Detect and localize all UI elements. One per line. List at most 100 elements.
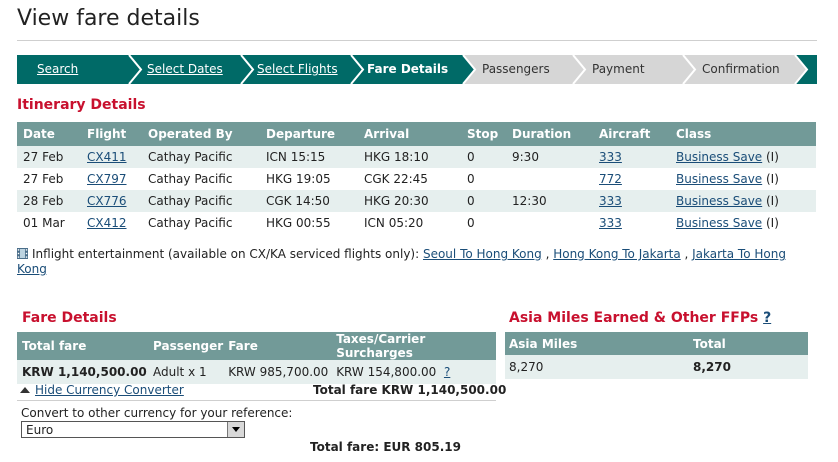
col-duration: Duration — [506, 122, 593, 146]
converter-prompt: Convert to other currency for your refer… — [21, 406, 293, 420]
cell-departure: HKG 19:05 — [260, 168, 358, 190]
asia-miles-help-link[interactable]: ? — [763, 310, 771, 326]
cell-departure: HKG 00:55 — [260, 212, 358, 234]
col-class: Class — [670, 122, 816, 146]
currency-selected-value: Euro — [26, 423, 54, 437]
ife-separator: , — [541, 247, 554, 261]
cell-departure: ICN 15:15 — [260, 146, 358, 168]
flight-link[interactable]: CX776 — [87, 194, 127, 208]
ife-text: Inflight entertainment (available on CX/… — [32, 247, 420, 261]
fare-header-row: Total fare Passenger Fare Taxes/Carrier … — [17, 332, 496, 360]
cell-duration: 9:30 — [506, 146, 593, 168]
hide-converter-link[interactable]: Hide Currency Converter — [35, 383, 184, 397]
col-aircraft: Aircraft — [593, 122, 670, 146]
col-departure: Departure — [260, 122, 358, 146]
col-operated-by: Operated By — [142, 122, 260, 146]
currency-select[interactable]: Euro — [21, 421, 245, 438]
aircraft-link[interactable]: 333 — [599, 216, 622, 230]
dropdown-button[interactable] — [227, 422, 244, 437]
table-row: 01 Mar CX412 Cathay Pacific HKG 00:55 IC… — [17, 212, 816, 234]
chevron-down-icon — [232, 427, 240, 432]
converted-total: Total fare: EUR 805.19 — [310, 440, 461, 454]
fare-table: Total fare Passenger Fare Taxes/Carrier … — [17, 332, 496, 384]
table-row: 28 Feb CX776 Cathay Pacific CGK 14:50 HK… — [17, 190, 816, 212]
cell-date: 27 Feb — [17, 168, 81, 190]
col-asia-miles: Asia Miles — [505, 332, 689, 355]
col-taxes: Taxes/Carrier Surcharges — [331, 332, 496, 360]
collapse-triangle-icon — [20, 387, 30, 393]
asia-miles-table: Asia Miles Total 8,270 8,270 — [505, 332, 808, 379]
col-arrival: Arrival — [358, 122, 461, 146]
cell-duration: 12:30 — [506, 190, 593, 212]
ife-separator: , — [680, 247, 693, 261]
aircraft-link[interactable]: 333 — [599, 194, 622, 208]
cell-date: 27 Feb — [17, 146, 81, 168]
flight-link[interactable]: CX412 — [87, 216, 127, 230]
asia-miles-value: 8,270 — [505, 355, 689, 379]
step-select-dates[interactable]: Select Dates — [127, 55, 223, 84]
class-code: (I) — [762, 194, 779, 208]
itinerary-title: Itinerary Details — [17, 97, 146, 113]
cell-departure: CGK 14:50 — [260, 190, 358, 212]
step-search[interactable]: Search — [17, 55, 78, 84]
miles-total-value: 8,270 — [689, 355, 808, 379]
cell-operator: Cathay Pacific — [142, 146, 260, 168]
miles-header-row: Asia Miles Total — [505, 332, 808, 355]
fare-class-link[interactable]: Business Save — [676, 172, 762, 186]
fare-class-link[interactable]: Business Save — [676, 150, 762, 164]
table-row: 8,270 8,270 — [505, 355, 808, 379]
class-code: (I) — [762, 150, 779, 164]
itinerary-table: Date Flight Operated By Departure Arriva… — [17, 122, 816, 234]
base-fare-value: KRW 985,700.00 — [223, 360, 332, 384]
step-payment: Payment — [592, 62, 645, 76]
cell-arrival: CGK 22:45 — [358, 168, 461, 190]
taxes-value: KRW 154,800.00 — [336, 365, 437, 379]
film-icon — [17, 248, 28, 259]
taxes-help-link[interactable]: ? — [444, 365, 450, 379]
fare-class-link[interactable]: Business Save — [676, 194, 762, 208]
total-fare-line: Total fare KRW 1,140,500.00 — [313, 383, 507, 397]
cell-arrival: HKG 20:30 — [358, 190, 461, 212]
cell-stop: 0 — [461, 168, 506, 190]
step-fare-details: Fare Details — [367, 62, 449, 76]
step-passengers: Passengers — [482, 62, 550, 76]
itinerary-header-row: Date Flight Operated By Departure Arriva… — [17, 122, 816, 146]
cell-arrival: HKG 18:10 — [358, 146, 461, 168]
col-miles-total: Total — [689, 332, 808, 355]
aircraft-link[interactable]: 333 — [599, 150, 622, 164]
page-title: View fare details — [17, 6, 200, 31]
class-code: (I) — [762, 172, 779, 186]
hide-currency-converter[interactable]: Hide Currency Converter — [20, 383, 184, 397]
step-select-flights[interactable]: Select Flights — [237, 55, 338, 84]
col-stop: Stop — [461, 122, 506, 146]
title-divider — [17, 40, 817, 41]
flight-link[interactable]: CX411 — [87, 150, 127, 164]
col-flight: Flight — [81, 122, 142, 146]
cell-arrival: ICN 05:20 — [358, 212, 461, 234]
ife-route-link[interactable]: Seoul To Hong Kong — [423, 247, 542, 261]
cell-date: 28 Feb — [17, 190, 81, 212]
table-row: 27 Feb CX411 Cathay Pacific ICN 15:15 HK… — [17, 146, 816, 168]
inflight-entertainment: Inflight entertainment (available on CX/… — [17, 247, 817, 277]
cell-stop: 0 — [461, 146, 506, 168]
cell-operator: Cathay Pacific — [142, 190, 260, 212]
fare-details-title: Fare Details — [22, 310, 117, 326]
passenger-value: Adult x 1 — [148, 360, 224, 384]
col-total-fare: Total fare — [17, 332, 148, 360]
table-row: 27 Feb CX797 Cathay Pacific HKG 19:05 CG… — [17, 168, 816, 190]
booking-progress: Search Select Dates Select Flights Fare … — [17, 55, 817, 84]
cell-duration — [506, 168, 593, 190]
cell-operator: Cathay Pacific — [142, 212, 260, 234]
col-passenger: Passenger — [148, 332, 224, 360]
aircraft-link[interactable]: 772 — [599, 172, 622, 186]
ife-route-link[interactable]: Hong Kong To Jakarta — [553, 247, 680, 261]
total-fare-value: KRW 1,140,500.00 — [17, 360, 148, 384]
fare-class-link[interactable]: Business Save — [676, 216, 762, 230]
flight-link[interactable]: CX797 — [87, 172, 127, 186]
table-row: KRW 1,140,500.00 Adult x 1 KRW 985,700.0… — [17, 360, 496, 384]
asia-miles-title-text: Asia Miles Earned & Other FFPs — [509, 310, 759, 326]
converter-divider — [17, 400, 496, 401]
cell-stop: 0 — [461, 212, 506, 234]
asia-miles-title: Asia Miles Earned & Other FFPs ? — [509, 310, 771, 326]
step-confirmation: Confirmation — [702, 62, 780, 76]
